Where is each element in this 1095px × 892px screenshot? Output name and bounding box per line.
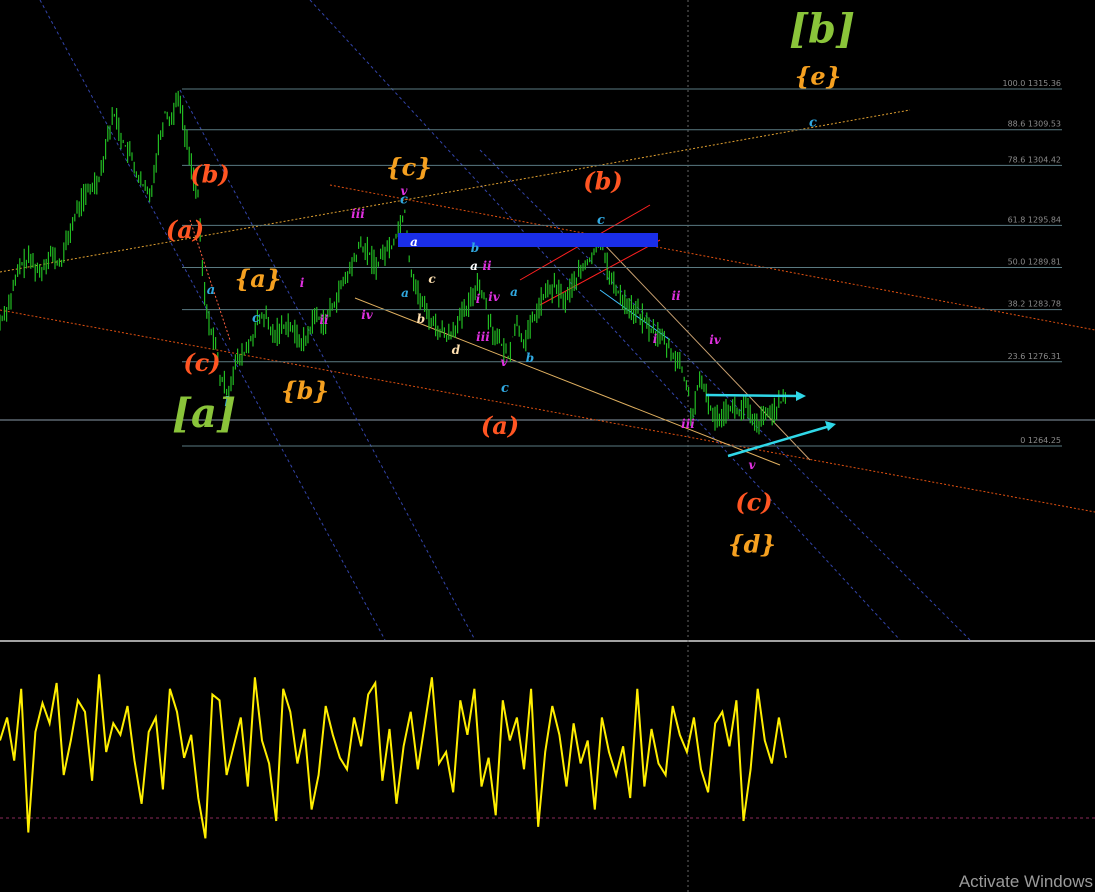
fib-label-6: 23.6 1276.31 xyxy=(1008,352,1061,361)
subwave-marker-0: iii xyxy=(351,207,365,221)
wave-label-10: [a] xyxy=(172,390,236,437)
subwave-marker-23: v xyxy=(749,458,757,472)
wave-label-1: {e} xyxy=(795,62,841,91)
wave-label-14: (b) xyxy=(583,166,623,195)
wave-label-3: (b) xyxy=(190,159,230,188)
resistance-zone xyxy=(398,233,658,247)
activate-windows-watermark: Activate Windows xyxy=(958,872,1093,891)
subwave-marker-16: v xyxy=(501,355,509,369)
subwave-marker-22: iii xyxy=(681,417,695,431)
subwave-marker-9: a xyxy=(401,286,409,300)
trendline-8 xyxy=(599,239,811,461)
subwave-marker-6: c xyxy=(428,272,436,286)
subwave-marker-13: i xyxy=(476,292,481,306)
subwave-marker-17: a xyxy=(510,285,518,299)
cyan-arrow-lower xyxy=(727,424,831,458)
wave-label-17: c xyxy=(501,381,509,396)
fib-label-1: 88.6 1309.53 xyxy=(1008,120,1061,129)
wave-label-8: (c) xyxy=(183,348,220,377)
subwave-marker-21: iv xyxy=(709,333,722,347)
fib-label-3: 61.8 1295.84 xyxy=(1008,215,1061,224)
cyan-arrowhead-lower xyxy=(825,421,836,431)
oscillator-line xyxy=(0,674,787,839)
wave-label-11: {b} xyxy=(281,376,329,405)
wave-label-13: c xyxy=(400,192,408,207)
subwave-marker-12: ii xyxy=(482,259,492,273)
fib-label-2: 78.6 1304.42 xyxy=(1008,155,1061,164)
trendline-0 xyxy=(39,0,386,641)
fib-label-7: 0 1264.25 xyxy=(1020,436,1061,445)
oscillator-panel xyxy=(0,674,787,839)
fib-label-4: 50.0 1289.81 xyxy=(1008,257,1061,266)
overlay-annotations xyxy=(398,233,836,458)
subwave-marker-11: a xyxy=(470,259,478,273)
subwave-marker-10: b xyxy=(471,241,479,255)
price-bars xyxy=(0,90,787,435)
trendline-4 xyxy=(0,109,911,273)
subwave-marker-5: a xyxy=(410,235,418,249)
subwave-marker-19: ii xyxy=(671,289,681,303)
wave-label-0: [b] xyxy=(789,6,855,53)
wave-label-19: {d} xyxy=(728,530,776,559)
wave-label-4: (a) xyxy=(166,215,204,244)
trendline-2 xyxy=(309,0,901,641)
cyan-arrow-upper xyxy=(705,393,801,398)
wave-label-12: {c} xyxy=(386,152,431,181)
trendline-5 xyxy=(0,309,1095,513)
wave-label-6: {a} xyxy=(235,264,281,293)
wave-label-18: (c) xyxy=(735,488,772,517)
subwave-marker-2: ii xyxy=(319,313,329,327)
wave-label-2: c xyxy=(809,115,817,130)
subwave-marker-15: iii xyxy=(476,330,490,344)
subwave-marker-8: d xyxy=(452,343,461,357)
subwave-marker-20: i xyxy=(653,332,658,346)
trendline-6 xyxy=(329,184,1095,331)
fib-label-5: 38.2 1283.78 xyxy=(1008,300,1061,309)
subwave-marker-14: iv xyxy=(488,290,501,304)
subwave-marker-18: b xyxy=(526,351,534,365)
cyan-arrowhead-upper xyxy=(796,391,806,401)
subwave-marker-3: iv xyxy=(361,308,374,322)
fib-label-0: 100.0 1315.36 xyxy=(1002,79,1061,88)
wave-label-16: (a) xyxy=(481,411,519,440)
wave-label-15: c xyxy=(597,213,605,228)
elliott-wave-chart: 100.0 1315.36 88.6 1309.53 78.6 1304.42 61.… xyxy=(0,0,1095,892)
wave-label-7: c xyxy=(252,311,260,326)
wave-label-5: a xyxy=(207,283,215,298)
subwave-marker-1: i xyxy=(300,276,305,290)
subwave-marker-7: b xyxy=(417,312,425,326)
